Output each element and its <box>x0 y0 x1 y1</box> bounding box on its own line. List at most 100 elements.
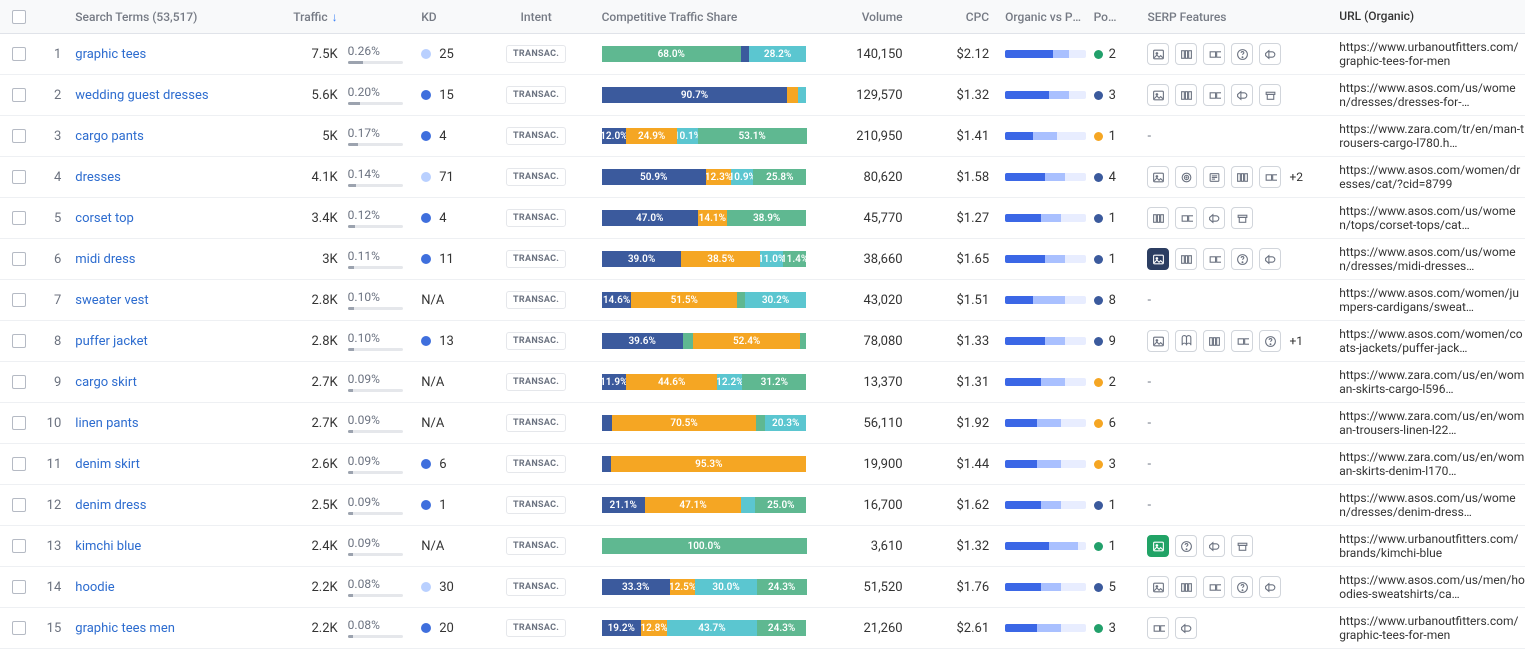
serp-ads-icon[interactable] <box>1203 207 1225 229</box>
url-link[interactable]: https://www.asos.com/women/jumpers-cardi… <box>1333 286 1525 315</box>
header-kd[interactable]: KD <box>411 10 478 24</box>
serp-carousel-icon[interactable] <box>1259 166 1281 188</box>
organic-vs-paid-bar[interactable] <box>1005 542 1085 550</box>
url-link[interactable]: https://www.asos.com/us/men/hoodies-swea… <box>1333 573 1525 602</box>
keyword-link[interactable]: kimchi blue <box>75 539 141 554</box>
url-link[interactable]: https://www.asos.com/us/women/dresses/de… <box>1333 491 1525 520</box>
url-link[interactable]: https://www.asos.com/us/women/tops/corse… <box>1333 204 1525 233</box>
organic-vs-paid-bar[interactable] <box>1005 255 1085 263</box>
cts-bar[interactable]: 90.7% <box>602 87 807 103</box>
header-position[interactable]: Po… <box>1094 10 1142 24</box>
serp-image-icon[interactable] <box>1147 248 1169 270</box>
row-checkbox[interactable] <box>12 129 26 143</box>
keyword-link[interactable]: wedding guest dresses <box>75 88 208 103</box>
organic-vs-paid-bar[interactable] <box>1005 50 1085 58</box>
serp-ads-icon[interactable] <box>1259 43 1281 65</box>
serp-carousel-icon[interactable] <box>1203 84 1225 106</box>
select-all-checkbox[interactable] <box>12 10 26 24</box>
url-link[interactable]: https://www.asos.com/women/coats-jackets… <box>1333 327 1525 356</box>
organic-vs-paid-bar[interactable] <box>1005 460 1085 468</box>
url-link[interactable]: https://www.zara.com/us/en/woman-skirts-… <box>1333 368 1525 397</box>
serp-sitelinks-icon[interactable] <box>1175 576 1197 598</box>
row-checkbox[interactable] <box>12 457 26 471</box>
header-search-terms[interactable]: Search Terms (53,517) <box>67 10 278 24</box>
organic-vs-paid-bar[interactable] <box>1005 337 1085 345</box>
keyword-link[interactable]: graphic tees <box>75 47 146 62</box>
serp-image-icon[interactable] <box>1147 535 1169 557</box>
row-checkbox[interactable] <box>12 293 26 307</box>
serp-target-icon[interactable] <box>1175 166 1197 188</box>
serp-image-icon[interactable] <box>1147 576 1169 598</box>
serp-shopping-icon[interactable] <box>1231 535 1253 557</box>
serp-carousel-icon[interactable] <box>1203 43 1225 65</box>
url-link[interactable]: https://www.asos.com/women/dresses/cat/?… <box>1333 163 1525 192</box>
row-checkbox[interactable] <box>12 88 26 102</box>
row-checkbox[interactable] <box>12 252 26 266</box>
header-cpc[interactable]: CPC <box>911 10 998 24</box>
url-link[interactable]: https://www.urbanoutfitters.com/graphic-… <box>1333 614 1525 643</box>
keyword-link[interactable]: graphic tees men <box>75 621 175 636</box>
row-checkbox[interactable] <box>12 498 26 512</box>
row-checkbox[interactable] <box>12 211 26 225</box>
keyword-link[interactable]: sweater vest <box>75 293 148 308</box>
organic-vs-paid-bar[interactable] <box>1005 91 1085 99</box>
keyword-link[interactable]: denim skirt <box>75 457 140 472</box>
header-volume[interactable]: Volume <box>815 10 911 24</box>
organic-vs-paid-bar[interactable] <box>1005 419 1085 427</box>
serp-ads-icon[interactable] <box>1203 535 1225 557</box>
header-serp[interactable]: SERP Features <box>1141 10 1333 24</box>
keyword-link[interactable]: linen pants <box>75 416 138 431</box>
serp-carousel-icon[interactable] <box>1231 330 1253 352</box>
row-checkbox[interactable] <box>12 621 26 635</box>
serp-shopping-icon[interactable] <box>1259 84 1281 106</box>
organic-vs-paid-bar[interactable] <box>1005 214 1085 222</box>
url-link[interactable]: https://www.asos.com/us/women/dresses/mi… <box>1333 245 1525 274</box>
keyword-link[interactable]: cargo pants <box>75 129 144 144</box>
organic-vs-paid-bar[interactable] <box>1005 501 1085 509</box>
header-cts[interactable]: Competitive Traffic Share <box>594 10 815 24</box>
serp-image-icon[interactable] <box>1147 43 1169 65</box>
serp-ads-icon[interactable] <box>1175 617 1197 639</box>
cts-bar[interactable]: 12.0%24.9%10.1%53.1% <box>602 128 807 144</box>
keyword-link[interactable]: denim dress <box>75 498 146 513</box>
row-checkbox[interactable] <box>12 539 26 553</box>
serp-shopping-icon[interactable] <box>1231 207 1253 229</box>
organic-vs-paid-bar[interactable] <box>1005 624 1085 632</box>
cts-bar[interactable]: 33.3%12.5%30.0%24.3% <box>602 579 807 595</box>
row-checkbox[interactable] <box>12 416 26 430</box>
serp-image-icon[interactable] <box>1147 84 1169 106</box>
serp-ads-icon[interactable] <box>1259 576 1281 598</box>
serp-question-icon[interactable] <box>1231 576 1253 598</box>
header-traffic[interactable]: Traffic↓ <box>278 10 343 24</box>
organic-vs-paid-bar[interactable] <box>1005 296 1085 304</box>
cts-bar[interactable]: 95.3% <box>602 456 807 472</box>
keyword-link[interactable]: hoodie <box>75 580 114 595</box>
serp-carousel-icon[interactable] <box>1203 576 1225 598</box>
serp-sitelinks-icon[interactable] <box>1203 330 1225 352</box>
serp-sitelinks-icon[interactable] <box>1147 207 1169 229</box>
serp-sitelinks-icon[interactable] <box>1175 84 1197 106</box>
serp-more[interactable]: +1 <box>1289 334 1303 348</box>
cts-bar[interactable]: 47.0%14.1%38.9% <box>602 210 807 226</box>
keyword-link[interactable]: puffer jacket <box>75 334 147 349</box>
serp-ads-icon[interactable] <box>1231 84 1253 106</box>
serp-sitelinks-icon[interactable] <box>1175 248 1197 270</box>
keyword-link[interactable]: dresses <box>75 170 121 185</box>
serp-more[interactable]: +2 <box>1289 170 1303 184</box>
row-checkbox[interactable] <box>12 47 26 61</box>
serp-image-icon[interactable] <box>1147 166 1169 188</box>
keyword-link[interactable]: corset top <box>75 211 134 226</box>
serp-sitelinks-icon[interactable] <box>1231 166 1253 188</box>
url-link[interactable]: https://www.urbanoutfitters.com/brands/k… <box>1333 532 1525 561</box>
cts-bar[interactable]: 21.1%47.1%25.0% <box>602 497 807 513</box>
cts-bar[interactable]: 68.0%28.2% <box>602 46 807 62</box>
serp-sitelinks-icon[interactable] <box>1175 43 1197 65</box>
serp-question-icon[interactable] <box>1259 330 1281 352</box>
cts-bar[interactable]: 39.6%52.4% <box>602 333 807 349</box>
cts-bar[interactable]: 19.2%12.8%43.7%24.3% <box>602 620 807 636</box>
serp-news-icon[interactable] <box>1203 166 1225 188</box>
cts-bar[interactable]: 100.0% <box>602 538 807 554</box>
url-link[interactable]: https://www.zara.com/us/en/woman-trouser… <box>1333 409 1525 438</box>
header-url[interactable]: URL (Organic) <box>1333 9 1525 23</box>
cts-bar[interactable]: 14.6%51.5%30.2% <box>602 292 807 308</box>
